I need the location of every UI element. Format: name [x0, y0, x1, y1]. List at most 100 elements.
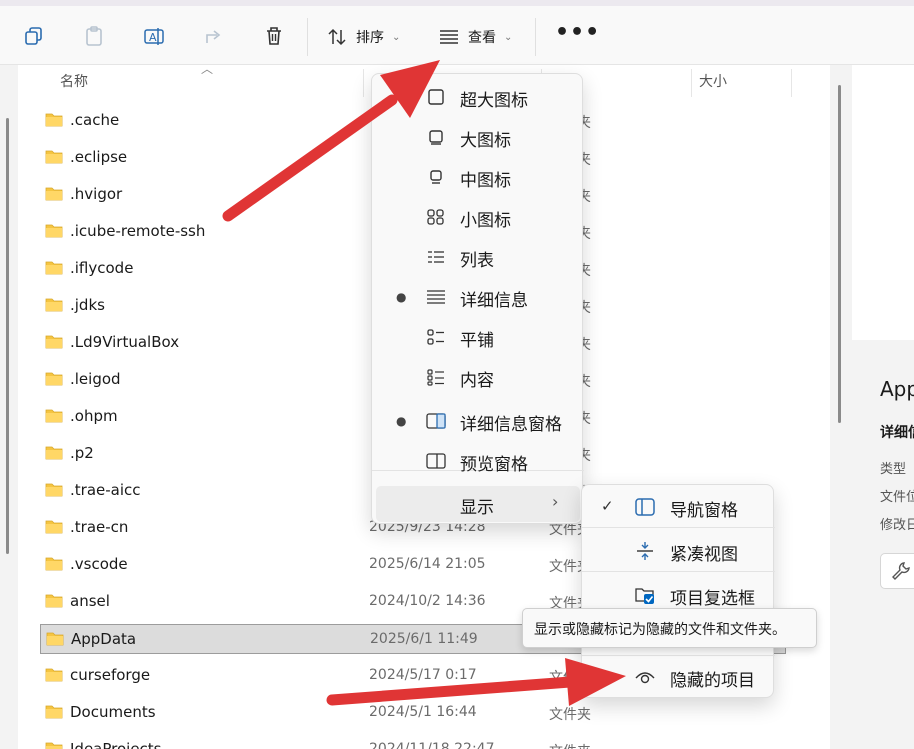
- sort-label: 排序: [356, 30, 384, 46]
- view-menu-item-smalls-icon[interactable]: 小图标: [376, 199, 580, 235]
- file-name: .hvigor: [70, 185, 123, 203]
- show-submenu-item-compact-view[interactable]: 紧凑视图: [582, 531, 775, 571]
- folder-icon: [45, 371, 63, 386]
- view-menu-item-list[interactable]: 列表: [376, 239, 580, 275]
- view-menu-item-label: 详细信息窗格: [460, 415, 562, 435]
- file-name: .iflycode: [70, 259, 134, 277]
- folder-icon: [45, 593, 63, 608]
- show-submenu-item-label: 紧凑视图: [670, 545, 738, 565]
- view-menu-item-details[interactable]: ● 详细信息: [376, 279, 580, 315]
- view-menu-item-label: 小图标: [460, 211, 511, 231]
- details-title: App: [880, 377, 914, 401]
- copy-icon: [25, 27, 42, 45]
- folder-icon: [45, 186, 63, 201]
- column-header-size[interactable]: 大小: [699, 65, 727, 97]
- file-name: .Ld9VirtualBox: [70, 333, 180, 351]
- details-pane-icon: [426, 413, 446, 429]
- hidden-items-icon: [635, 672, 655, 684]
- view-menu-item-show[interactable]: 显示 ›: [376, 486, 580, 522]
- file-name: AppData: [71, 630, 137, 648]
- column-header-name[interactable]: 名称: [60, 65, 88, 97]
- preview-pane-icon: [426, 453, 446, 469]
- view-menu-item-mediums-icon[interactable]: 中图标: [376, 159, 580, 195]
- details-prop-type: 类型: [880, 462, 907, 477]
- folder-icon: [45, 445, 63, 460]
- column-divider[interactable]: [791, 69, 792, 97]
- medium-icons-icon: [430, 170, 442, 184]
- chevron-right-icon: ›: [552, 492, 559, 511]
- folder-icon: [45, 667, 63, 682]
- folder-icon: [45, 223, 63, 238]
- folder-icon: [46, 631, 64, 646]
- view-menu-item-larges-icon[interactable]: 大图标: [376, 119, 580, 155]
- column-divider[interactable]: [691, 69, 692, 97]
- small-icons-icon: [427, 209, 444, 225]
- file-date: 2024/10/2 14:36: [369, 593, 486, 609]
- share-button[interactable]: [202, 24, 226, 48]
- file-name: curseforge: [70, 666, 151, 684]
- file-name: .jdks: [70, 296, 105, 314]
- folder-icon: [45, 297, 63, 312]
- file-name: .leigod: [70, 370, 121, 388]
- view-menu-item-details-pane[interactable]: ● 详细信息窗格: [376, 403, 580, 439]
- list-icon: [428, 251, 444, 263]
- view-menu-item-content[interactable]: 内容: [376, 359, 580, 395]
- view-menu-item-label: 平铺: [460, 331, 494, 351]
- preview-area: [852, 65, 914, 340]
- rename-icon: A: [144, 28, 164, 45]
- file-name: .p2: [70, 444, 94, 462]
- show-submenu-item-hidden-items[interactable]: ✓ 隐藏的项目: [582, 657, 775, 697]
- file-row[interactable]: Documents 2024/5/1 16:44 文件夹: [40, 698, 786, 728]
- folder-icon: [45, 482, 63, 497]
- more-options-button[interactable]: •••: [555, 20, 600, 45]
- view-menu-item-extra-larges-icon[interactable]: 超大图标: [376, 79, 580, 115]
- menu-separator: [582, 571, 775, 572]
- column-divider[interactable]: [363, 69, 364, 97]
- item-checkboxes-icon: [635, 588, 654, 604]
- folder-icon: [45, 741, 63, 749]
- folder-icon: [45, 408, 63, 423]
- folder-icon: [45, 112, 63, 127]
- view-menu-item-label: 预览窗格: [460, 455, 528, 475]
- delete-button[interactable]: [262, 24, 286, 48]
- view-menu-item-label: 列表: [460, 251, 494, 271]
- properties-button[interactable]: [880, 553, 914, 589]
- sort-button[interactable]: 排序 ⌄: [326, 26, 400, 48]
- file-type: 文件夹: [549, 707, 591, 723]
- details-prop-location: 文件位: [880, 490, 914, 505]
- details-pane: App 详细信 类型 文件位 修改日: [852, 65, 914, 749]
- file-list-scrollbar[interactable]: [838, 85, 841, 423]
- view-menu-item-label: 大图标: [460, 131, 511, 151]
- show-submenu-item-navigation-pane[interactable]: ✓ 导航窗格: [582, 487, 775, 527]
- view-menu-item-preview-pane[interactable]: 预览窗格: [376, 443, 580, 479]
- file-name: IdeaProjects: [70, 740, 162, 749]
- paste-button[interactable]: [82, 24, 106, 48]
- view-menu-item-label: 详细信息: [460, 291, 528, 311]
- file-date: 2024/5/17 0:17: [369, 667, 477, 683]
- extra-large-icons-icon: [428, 89, 444, 105]
- hidden-items-tooltip: 显示或隐藏标记为隐藏的文件和文件夹。: [522, 608, 817, 648]
- menu-separator: [582, 655, 775, 656]
- show-submenu-item-label: 项目复选框: [670, 589, 755, 609]
- file-name: .trae-cn: [70, 518, 129, 536]
- file-name: .trae-aicc: [70, 481, 141, 499]
- view-button[interactable]: 查看 ⌄: [438, 26, 512, 48]
- compact-view-icon: [637, 542, 653, 560]
- navigation-pane-icon: [635, 498, 655, 516]
- view-menu-item-tiles[interactable]: 平铺: [376, 319, 580, 355]
- view-menu-item-label: 超大图标: [460, 91, 528, 111]
- details-prop-modified: 修改日: [880, 518, 914, 533]
- chevron-down-icon: ⌄: [392, 31, 401, 43]
- share-icon: [206, 30, 221, 43]
- file-date: 2025/6/14 21:05: [369, 556, 486, 572]
- large-icons-icon: [429, 130, 443, 145]
- menu-separator: [582, 527, 775, 528]
- show-submenu: ✓ 导航窗格紧凑视图项目复选框 ✓ 隐藏的项目: [581, 484, 775, 698]
- copy-button[interactable]: [22, 24, 46, 48]
- file-row[interactable]: IdeaProjects 2024/11/18 22:47 文件夹: [40, 735, 786, 749]
- navigation-scrollbar[interactable]: [6, 118, 9, 554]
- file-name: .vscode: [70, 555, 128, 573]
- file-name: .cache: [70, 111, 120, 129]
- rename-button[interactable]: A: [142, 24, 166, 48]
- folder-icon: [45, 260, 63, 275]
